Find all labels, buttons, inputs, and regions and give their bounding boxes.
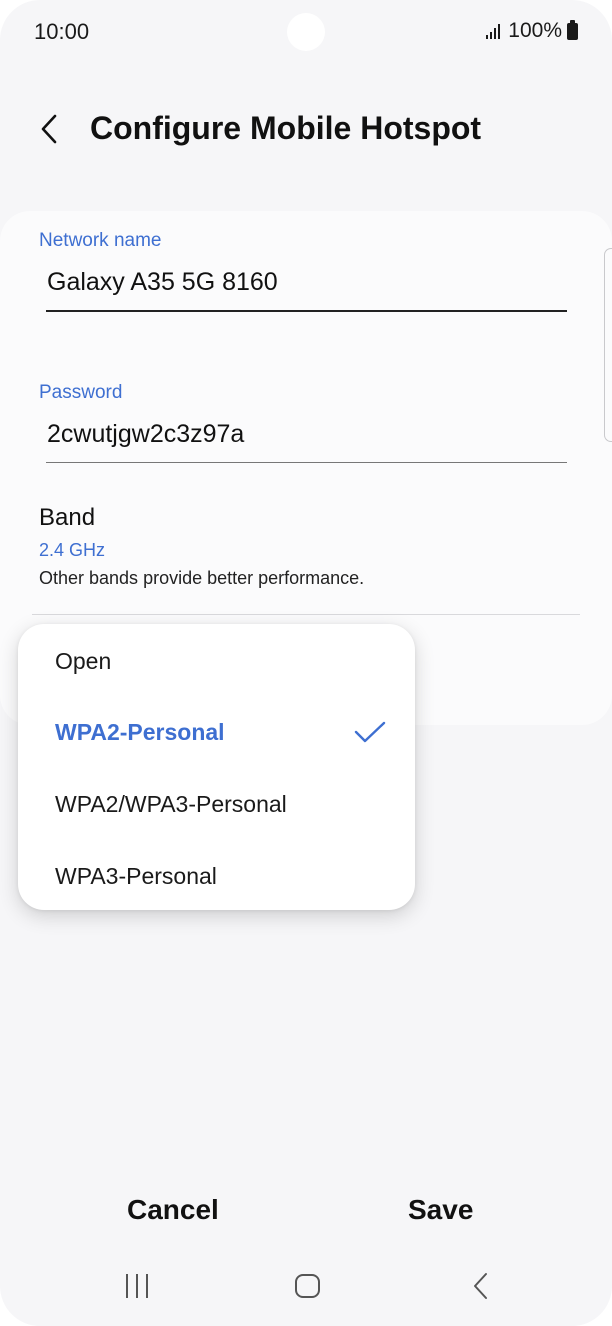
checkmark-icon [354, 721, 386, 743]
back-button[interactable] [32, 108, 72, 152]
cancel-button[interactable]: Cancel [127, 1194, 219, 1226]
security-dropdown: Open WPA2-Personal WPA2/WPA3-Personal WP… [18, 624, 415, 910]
front-camera [287, 13, 325, 51]
option-wpa2-personal[interactable]: WPA2-Personal [55, 719, 395, 746]
page-title: Configure Mobile Hotspot [90, 110, 482, 146]
band-hint: Other bands provide better performance. [39, 568, 365, 588]
divider [32, 614, 580, 615]
password-input[interactable] [47, 420, 567, 449]
phone-screen: 10:00 100% Configure Mobile Hotspot Netw… [0, 0, 612, 1326]
home-button[interactable] [288, 1266, 328, 1306]
nav-back-icon [474, 1273, 487, 1299]
recents-button[interactable] [118, 1266, 158, 1306]
chevron-left-icon [41, 114, 57, 144]
save-button[interactable]: Save [408, 1194, 473, 1226]
network-name-input[interactable] [47, 268, 567, 297]
option-wpa2-wpa3-personal[interactable]: WPA2/WPA3-Personal [55, 791, 395, 818]
password-underline [46, 462, 567, 463]
network-name-underline [46, 310, 567, 312]
signal-bars-icon [486, 24, 501, 39]
status-indicators: 100% [485, 19, 578, 43]
band-title: Band [39, 504, 96, 531]
scrollbar[interactable] [604, 248, 612, 442]
option-open[interactable]: Open [55, 648, 395, 675]
recents-icon [126, 1274, 148, 1298]
status-time: 10:00 [34, 19, 90, 44]
home-icon [295, 1274, 320, 1298]
option-wpa3-personal[interactable]: WPA3-Personal [55, 863, 395, 890]
network-name-label: Network name [39, 230, 162, 251]
band-value: 2.4 GHz [39, 540, 106, 560]
battery-full-icon [567, 19, 578, 40]
nav-back-button[interactable] [462, 1266, 502, 1306]
password-label: Password [39, 382, 123, 403]
battery-percent: 100% [508, 19, 562, 42]
